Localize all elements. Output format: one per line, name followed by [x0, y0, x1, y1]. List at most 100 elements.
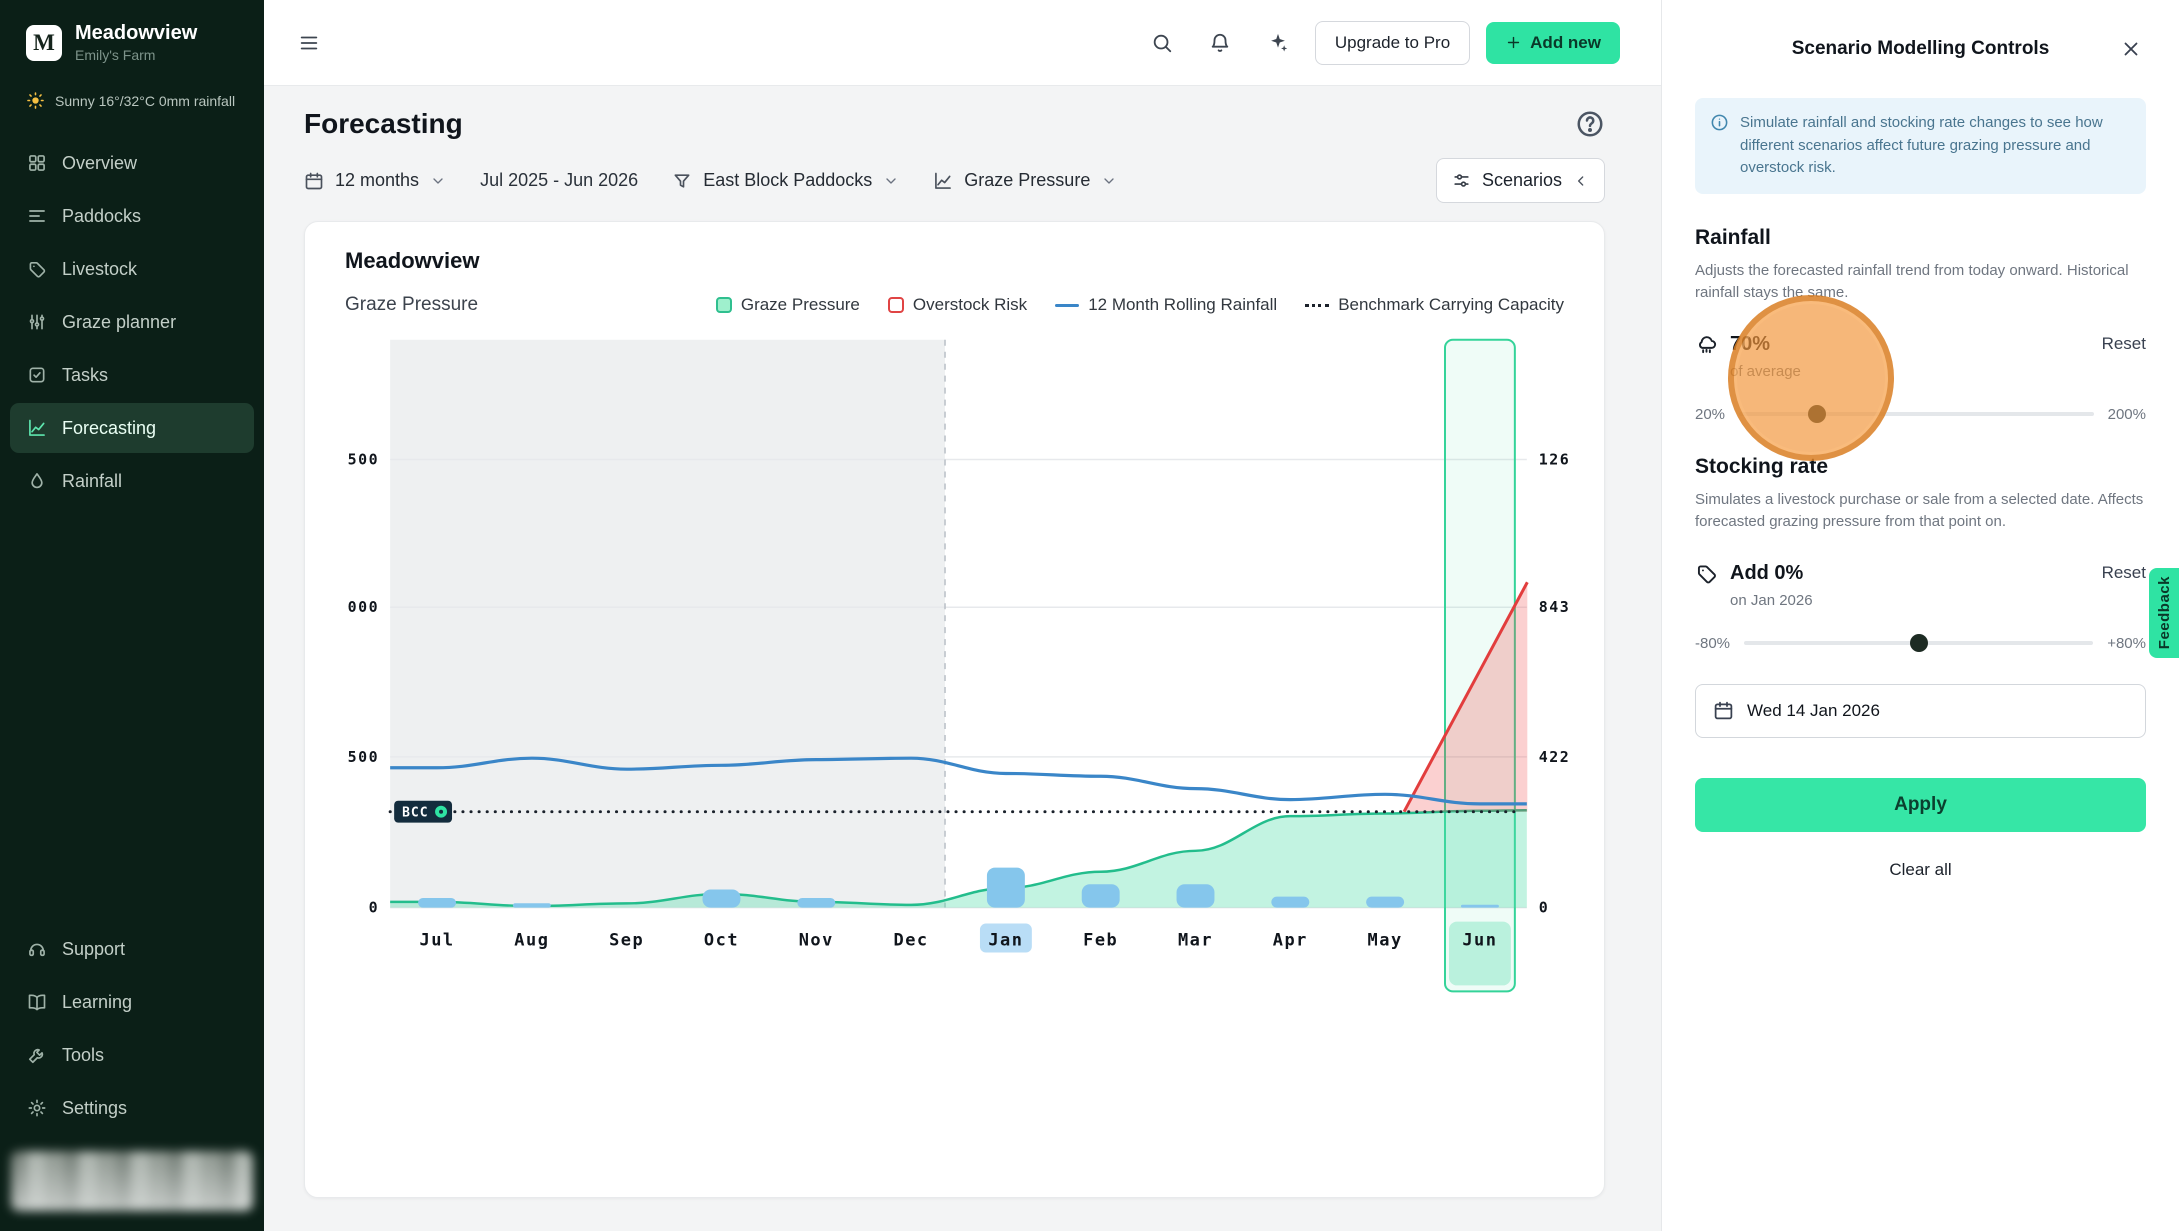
svg-text:Dec: Dec [894, 930, 929, 950]
brand-name: Meadowview [75, 22, 197, 44]
sidebar-item-graze-planner[interactable]: Graze planner [10, 297, 254, 347]
info-icon [1710, 113, 1729, 132]
forecast-chart-card: Meadowview Graze Pressure Graze Pressure… [304, 221, 1605, 1198]
rainfall-slider-handle[interactable] [1808, 405, 1826, 423]
forecast-chart[interactable]: BCC50000050001268434220JulAugSepOctNovDe… [305, 222, 1604, 1197]
sidebar-item-label: Graze planner [62, 312, 176, 333]
rainfall-reset-link[interactable]: Reset [2102, 334, 2146, 354]
menu-toggle-button[interactable] [288, 22, 330, 64]
bell-icon [1209, 32, 1231, 54]
plus-icon [1505, 34, 1522, 51]
sidebar-item-label: Rainfall [62, 471, 122, 492]
sidebar-item-label: Learning [62, 992, 132, 1013]
sidebar-item-label: Tools [62, 1045, 104, 1066]
sidebar-item-settings[interactable]: Settings [10, 1083, 254, 1133]
svg-text:0: 0 [1539, 899, 1550, 917]
sidebar-item-overview[interactable]: Overview [10, 138, 254, 188]
help-icon[interactable] [1575, 109, 1605, 139]
metric-label: Graze Pressure [964, 170, 1090, 191]
sidebar-item-label: Paddocks [62, 206, 141, 227]
sidebar-nav-bottom: Support Learning Tools Settings [0, 924, 264, 1133]
sidebar-item-label: Overview [62, 153, 137, 174]
stocking-value: Add 0% [1730, 562, 1803, 585]
svg-text:500: 500 [348, 451, 380, 469]
stocking-slider-track[interactable] [1744, 641, 2093, 645]
app-logo: M [26, 25, 62, 61]
filters-row: 12 months Jul 2025 - Jun 2026 East Block… [304, 158, 1605, 203]
feedback-tab[interactable]: Feedback [2149, 568, 2179, 658]
sidebar-item-tools[interactable]: Tools [10, 1030, 254, 1080]
stocking-reset-link[interactable]: Reset [2102, 563, 2146, 583]
stocking-slider-handle[interactable] [1910, 634, 1928, 652]
stocking-heading: Stocking rate [1695, 455, 2146, 479]
brand-subtitle: Emily's Farm [75, 47, 197, 63]
sidebar-item-learning[interactable]: Learning [10, 977, 254, 1027]
rainfall-sub-label: of average [1730, 363, 2146, 380]
metric-dropdown[interactable]: Graze Pressure [933, 170, 1117, 191]
search-button[interactable] [1141, 22, 1183, 64]
sliders-v-icon [27, 312, 47, 332]
scenarios-button[interactable]: Scenarios [1436, 158, 1605, 203]
svg-text:422: 422 [1539, 748, 1571, 766]
sidebar-item-label: Tasks [62, 365, 108, 386]
wrench-icon [27, 1045, 47, 1065]
rainfall-slider-track[interactable] [1739, 412, 2094, 416]
tasks-icon [27, 365, 47, 385]
rainfall-slider-max: 200% [2108, 406, 2146, 423]
main-column: Upgrade to Pro Add new Forecasting 12 mo… [264, 0, 1661, 1231]
sidebar-item-label: Support [62, 939, 125, 960]
paddocks-dropdown[interactable]: East Block Paddocks [672, 170, 899, 191]
sidebar: M Meadowview Emily's Farm Sunny 16°/32°C… [0, 0, 264, 1231]
svg-text:Jun: Jun [1462, 930, 1497, 950]
rainfall-slider-min: 20% [1695, 406, 1725, 423]
sidebar-item-label: Forecasting [62, 418, 156, 439]
svg-text:Oct: Oct [704, 930, 739, 950]
grid-icon [27, 153, 47, 173]
time-range-dropdown[interactable]: 12 months [304, 170, 446, 191]
upgrade-to-pro-button[interactable]: Upgrade to Pro [1315, 21, 1470, 65]
add-new-button[interactable]: Add new [1486, 22, 1620, 64]
notifications-button[interactable] [1199, 22, 1241, 64]
close-icon [2120, 38, 2142, 60]
sidebar-item-label: Settings [62, 1098, 127, 1119]
sidebar-item-paddocks[interactable]: Paddocks [10, 191, 254, 241]
svg-text:Mar: Mar [1178, 930, 1213, 950]
svg-text:843: 843 [1539, 598, 1571, 616]
weather-summary: Sunny 16°/32°C 0mm rainfall [0, 63, 264, 110]
svg-text:126: 126 [1539, 451, 1571, 469]
svg-text:Jan: Jan [988, 930, 1023, 950]
clear-all-link[interactable]: Clear all [1695, 860, 2146, 880]
scenario-date-field[interactable]: Wed 14 Jan 2026 [1695, 684, 2146, 738]
chart-icon [27, 418, 47, 438]
sidebar-item-livestock[interactable]: Livestock [10, 244, 254, 294]
user-account-blurred[interactable] [11, 1151, 253, 1211]
sidebar-item-rainfall[interactable]: Rainfall [10, 456, 254, 506]
chevron-down-icon [430, 173, 446, 189]
info-text: Simulate rainfall and stocking rate chan… [1740, 112, 2131, 180]
svg-text:Sep: Sep [609, 930, 644, 950]
svg-text:Aug: Aug [514, 930, 549, 950]
panel-title: Scenario Modelling Controls [1792, 38, 2050, 60]
close-panel-button[interactable] [2112, 30, 2150, 68]
svg-text:Feb: Feb [1083, 930, 1118, 950]
stocking-sub-label: on Jan 2026 [1730, 592, 2146, 609]
sidebar-item-forecasting[interactable]: Forecasting [10, 403, 254, 453]
tag-icon [1695, 562, 1718, 585]
app-root: M Meadowview Emily's Farm Sunny 16°/32°C… [0, 0, 2179, 1231]
ai-assistant-button[interactable] [1257, 22, 1299, 64]
weather-text: Sunny 16°/32°C 0mm rainfall [55, 93, 235, 109]
apply-button[interactable]: Apply [1695, 778, 2146, 832]
cloud-rain-icon [1695, 333, 1718, 356]
main-body: Forecasting 12 months Jul 2025 - Jun 202… [264, 86, 1661, 1198]
svg-text:May: May [1368, 930, 1403, 950]
sidebar-item-tasks[interactable]: Tasks [10, 350, 254, 400]
page-title: Forecasting [304, 108, 463, 140]
search-icon [1151, 32, 1173, 54]
scenario-panel: Scenario Modelling Controls Simulate rai… [1661, 0, 2179, 1231]
sidebar-item-support[interactable]: Support [10, 924, 254, 974]
hamburger-icon [298, 32, 320, 54]
funnel-icon [672, 171, 692, 191]
brand-row: M Meadowview Emily's Farm [0, 0, 264, 63]
scenario-date-value: Wed 14 Jan 2026 [1747, 701, 1880, 721]
stocking-slider-max: +80% [2107, 635, 2146, 652]
